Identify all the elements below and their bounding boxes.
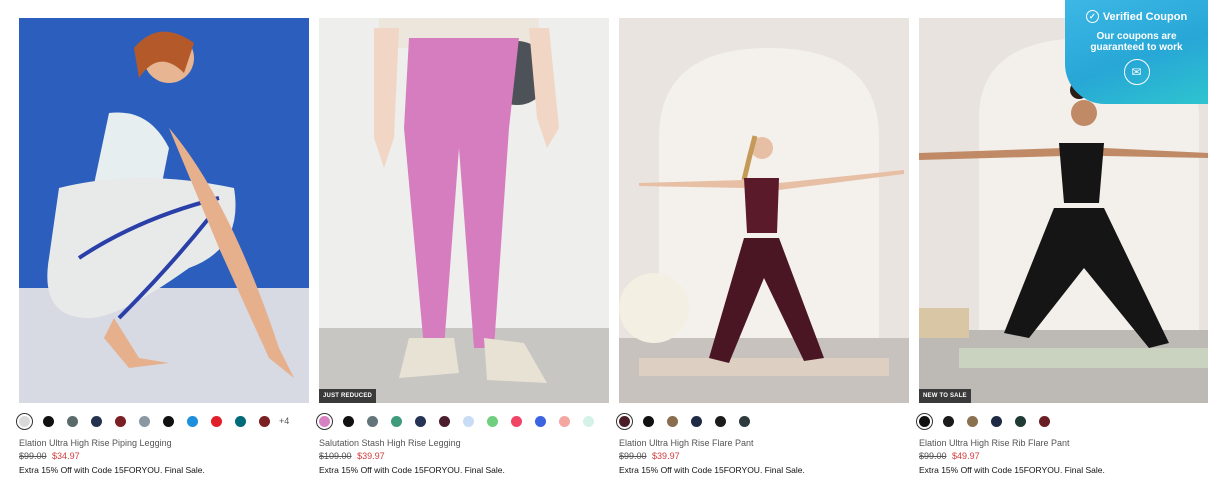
color-swatch[interactable] bbox=[739, 415, 750, 427]
chat-bubble-icon[interactable]: ✉ bbox=[1123, 59, 1150, 85]
price-row: $99.00 $39.97 bbox=[619, 451, 909, 461]
coupon-title: Verified Coupon bbox=[1102, 10, 1188, 23]
color-swatch[interactable] bbox=[316, 412, 333, 430]
sale-price: $34.97 bbox=[52, 451, 80, 461]
sale-price: $49.97 bbox=[952, 451, 980, 461]
color-swatch[interactable] bbox=[991, 415, 1002, 427]
more-colors-count[interactable]: +4 bbox=[279, 416, 289, 426]
original-price: $109.00 bbox=[319, 451, 352, 461]
check-circle-icon: ✓ bbox=[1085, 10, 1099, 23]
color-swatches bbox=[616, 412, 909, 430]
color-swatch[interactable] bbox=[691, 415, 702, 427]
color-swatch[interactable] bbox=[43, 415, 54, 427]
color-swatch[interactable] bbox=[67, 415, 78, 427]
color-swatch[interactable] bbox=[559, 415, 570, 427]
color-swatch[interactable] bbox=[259, 415, 270, 427]
color-swatch[interactable] bbox=[139, 415, 150, 427]
color-swatch[interactable] bbox=[943, 415, 954, 427]
color-swatch[interactable] bbox=[616, 412, 633, 430]
coupon-subtitle: Our coupons are guaranteed to work bbox=[1065, 31, 1208, 53]
color-swatch[interactable] bbox=[187, 415, 198, 427]
color-swatch[interactable] bbox=[667, 415, 678, 427]
color-swatch[interactable] bbox=[367, 415, 378, 427]
color-swatch[interactable] bbox=[235, 415, 246, 427]
product-image[interactable] bbox=[19, 18, 309, 403]
product-name[interactable]: Elation Ultra High Rise Rib Flare Pant bbox=[919, 438, 1208, 448]
product-photo-flare-pant bbox=[619, 18, 909, 403]
color-swatch[interactable] bbox=[463, 415, 474, 427]
product-card[interactable]: JUST REDUCED Salutation Stash High Rise … bbox=[316, 18, 609, 475]
color-swatch[interactable] bbox=[583, 415, 594, 427]
price-row: $99.00 $49.97 bbox=[919, 451, 1208, 461]
color-swatch[interactable] bbox=[343, 415, 354, 427]
product-photo-piping-legging bbox=[19, 18, 309, 403]
color-swatch[interactable] bbox=[391, 415, 402, 427]
color-swatch[interactable] bbox=[511, 415, 522, 427]
product-image[interactable] bbox=[619, 18, 909, 403]
color-swatch[interactable] bbox=[967, 415, 978, 427]
product-badge: NEW TO SALE bbox=[919, 389, 971, 403]
color-swatch[interactable] bbox=[535, 415, 546, 427]
product-name[interactable]: Salutation Stash High Rise Legging bbox=[319, 438, 609, 448]
promo-text: Extra 15% Off with Code 15FORYOU. Final … bbox=[319, 465, 505, 475]
color-swatches bbox=[916, 412, 1208, 430]
promo-text: Extra 15% Off with Code 15FORYOU. Final … bbox=[19, 465, 205, 475]
original-price: $99.00 bbox=[19, 451, 47, 461]
original-price: $99.00 bbox=[919, 451, 947, 461]
product-name[interactable]: Elation Ultra High Rise Flare Pant bbox=[619, 438, 909, 448]
color-swatch[interactable] bbox=[1015, 415, 1026, 427]
verified-coupon-widget[interactable]: ✓ Verified Coupon Our coupons are guaran… bbox=[1065, 0, 1208, 104]
sale-price: $39.97 bbox=[357, 451, 385, 461]
sale-price: $39.97 bbox=[652, 451, 680, 461]
product-grid: +4 Elation Ultra High Rise Piping Leggin… bbox=[16, 18, 1208, 483]
color-swatch[interactable] bbox=[115, 415, 126, 427]
color-swatch[interactable] bbox=[439, 415, 450, 427]
original-price: $99.00 bbox=[619, 451, 647, 461]
product-card[interactable]: +4 Elation Ultra High Rise Piping Leggin… bbox=[16, 18, 309, 475]
color-swatch[interactable] bbox=[163, 415, 174, 427]
color-swatches bbox=[316, 412, 609, 430]
color-swatch[interactable] bbox=[91, 415, 102, 427]
product-name[interactable]: Elation Ultra High Rise Piping Legging bbox=[19, 438, 309, 448]
product-image[interactable]: JUST REDUCED bbox=[319, 18, 609, 403]
product-photo-stash-legging bbox=[319, 18, 609, 403]
coupon-subtitle-line2: guaranteed to work bbox=[1090, 42, 1183, 53]
price-row: $109.00 $39.97 bbox=[319, 451, 609, 461]
coupon-title-row: ✓ Verified Coupon bbox=[1065, 10, 1208, 23]
color-swatch[interactable] bbox=[643, 415, 654, 427]
color-swatch[interactable] bbox=[916, 412, 933, 430]
color-swatch[interactable] bbox=[487, 415, 498, 427]
color-swatch[interactable] bbox=[415, 415, 426, 427]
coupon-subtitle-line1: Our coupons are bbox=[1096, 31, 1177, 42]
promo-text: Extra 15% Off with Code 15FORYOU. Final … bbox=[619, 465, 805, 475]
color-swatch[interactable] bbox=[1039, 415, 1050, 427]
color-swatch[interactable] bbox=[211, 415, 222, 427]
product-badge: JUST REDUCED bbox=[319, 389, 377, 403]
product-card[interactable]: Elation Ultra High Rise Flare Pant $99.0… bbox=[616, 18, 909, 475]
promo-text: Extra 15% Off with Code 15FORYOU. Final … bbox=[919, 465, 1105, 475]
color-swatches: +4 bbox=[16, 412, 309, 430]
color-swatch[interactable] bbox=[16, 412, 33, 430]
color-swatch[interactable] bbox=[715, 415, 726, 427]
price-row: $99.00 $34.97 bbox=[19, 451, 309, 461]
